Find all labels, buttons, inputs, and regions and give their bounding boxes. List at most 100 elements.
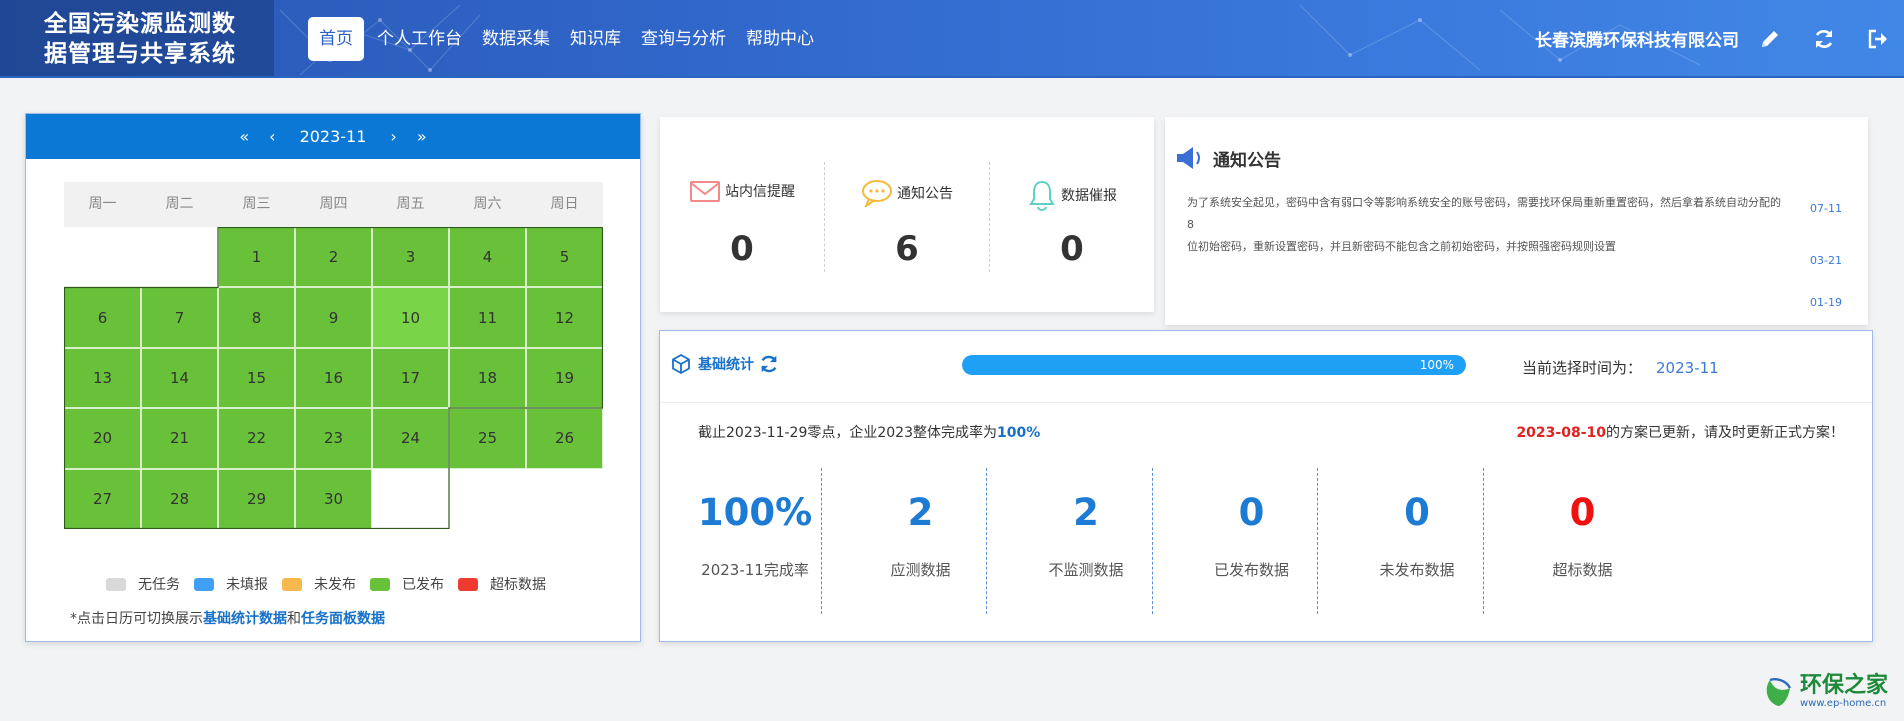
nav-help-center[interactable]: 帮助中心 bbox=[736, 17, 824, 61]
calendar-day-cell[interactable]: 3 bbox=[372, 227, 449, 288]
calendar-day-cell[interactable]: 5 bbox=[526, 227, 603, 288]
notice-count-card[interactable]: 通知公告 6 bbox=[825, 117, 989, 312]
calendar-day-cell[interactable]: 30 bbox=[295, 468, 372, 529]
completion-info: 截止2023-11-29零点，企业2023整体完成率为100% bbox=[698, 422, 1040, 442]
legend-swatch bbox=[194, 577, 214, 591]
legend-label: 超标数据 bbox=[490, 577, 546, 593]
notice-text-line: 为了系统安全起见，密码中含有弱口令等影响系统安全的账号密码，需要找环保局重新重置… bbox=[1187, 196, 1781, 231]
calendar-day-cell[interactable]: 13 bbox=[64, 347, 141, 409]
calendar-day-cell[interactable]: 17 bbox=[372, 347, 449, 409]
stat-divider bbox=[986, 468, 987, 614]
weekday-label: 周一 bbox=[88, 196, 117, 212]
nav-home[interactable]: 首页 bbox=[308, 17, 364, 61]
weekday-header-row: 周一 周二 周三 周四 周五 周六 周日 bbox=[64, 182, 603, 227]
calendar-day-cell[interactable]: 1 bbox=[218, 227, 295, 288]
nav-personal-workbench[interactable]: 个人工作台 bbox=[367, 17, 472, 61]
weekday-label: 周三 bbox=[242, 196, 271, 212]
notice-date[interactable]: 01-19 bbox=[1810, 296, 1842, 309]
legend-swatch bbox=[106, 577, 126, 591]
calendar-day-cell[interactable]: 21 bbox=[141, 408, 218, 469]
calendar-day-cell[interactable]: 28 bbox=[141, 468, 218, 529]
stat-value: 0 bbox=[1569, 491, 1596, 534]
calendar-day-cell[interactable]: 8 bbox=[218, 287, 295, 348]
inbox-reminder-count: 0 bbox=[730, 229, 754, 269]
data-urge-card[interactable]: 数据催报 0 bbox=[990, 117, 1154, 312]
calendar-month-label: 2023-11 bbox=[299, 127, 367, 146]
pencil-icon[interactable] bbox=[1758, 27, 1782, 51]
data-urge-label: 数据催报 bbox=[1061, 188, 1117, 204]
calendar-day-cell[interactable]: 7 bbox=[141, 287, 218, 348]
calendar-day-cell[interactable]: 6 bbox=[64, 287, 141, 348]
nav-query-analysis[interactable]: 查询与分析 bbox=[631, 17, 736, 61]
legend-label: 未发布 bbox=[314, 577, 356, 593]
data-urge-count: 0 bbox=[1060, 229, 1084, 269]
notice-count-label: 通知公告 bbox=[897, 186, 953, 202]
calendar-day-cell[interactable]: 20 bbox=[64, 408, 141, 469]
cube-icon bbox=[672, 353, 690, 375]
refresh-icon[interactable] bbox=[1812, 27, 1836, 51]
calendar-day-cell[interactable]: 12 bbox=[526, 287, 603, 348]
legend-label: 无任务 bbox=[138, 577, 180, 593]
calendar-day-cell[interactable]: 26 bbox=[526, 408, 603, 469]
calendar-day-cell[interactable]: 24 bbox=[372, 408, 449, 469]
legend-swatch bbox=[282, 577, 302, 591]
task-panel-link[interactable]: 任务面板数据 bbox=[301, 611, 385, 627]
basic-stats-panel: 基础统计 100% 当前选择时间为： 2023-11 截止2023-11-29零点… bbox=[659, 330, 1873, 642]
notice-count-value: 6 bbox=[895, 229, 919, 269]
calendar-header: « ‹ 2023-11 › » bbox=[26, 114, 640, 159]
inbox-reminder-card[interactable]: 站内信提醒 0 bbox=[660, 117, 824, 312]
stat-divider bbox=[820, 468, 822, 614]
current-time-label: 当前选择时间为： bbox=[1522, 359, 1643, 377]
nav-data-collection[interactable]: 数据采集 bbox=[472, 17, 560, 61]
prev-month-button[interactable]: ‹ bbox=[259, 127, 285, 146]
progress-fill: 100% bbox=[962, 355, 1466, 375]
stat-divider bbox=[1151, 468, 1153, 614]
stats-title: 基础统计 bbox=[698, 357, 754, 373]
current-time: 当前选择时间为： 2023-11 bbox=[1522, 357, 1719, 378]
notice-title: 通知公告 bbox=[1213, 150, 1281, 171]
chat-bubble-icon bbox=[862, 180, 892, 207]
watermark-name: 环保之家 bbox=[1800, 673, 1889, 698]
plan-update-text: 的方案已更新，请及时更新正式方案！ bbox=[1606, 425, 1844, 441]
calendar-day-cell[interactable]: 11 bbox=[449, 287, 526, 348]
calendar-day-cell[interactable]: 10 bbox=[372, 287, 449, 348]
calendar-day-cell[interactable]: 18 bbox=[449, 347, 526, 409]
calendar-day-cell[interactable]: 22 bbox=[218, 408, 295, 469]
calendar-day-cell[interactable]: 23 bbox=[295, 408, 372, 469]
prev-year-button[interactable]: « bbox=[229, 127, 259, 146]
plan-update-date: 2023-08-10 bbox=[1516, 425, 1606, 441]
system-logo: 全国污染源监测数 据管理与共享系统 bbox=[0, 0, 274, 76]
calendar-day-cell[interactable]: 4 bbox=[449, 227, 526, 288]
calendar-day-cell[interactable]: 27 bbox=[64, 468, 141, 529]
calendar-day-cell[interactable]: 14 bbox=[141, 347, 218, 409]
refresh-stats-icon[interactable] bbox=[758, 353, 780, 375]
notice-item[interactable]: 为了系统安全起见，密码中含有弱口令等影响系统安全的账号密码，需要找环保局重新重置… bbox=[1187, 192, 1787, 258]
progress-percent: 100% bbox=[1419, 358, 1454, 372]
logo-line-1: 全国污染源监测数 bbox=[44, 11, 236, 37]
calendar-day-cell[interactable]: 25 bbox=[449, 408, 526, 469]
calendar-day-cell[interactable]: 16 bbox=[295, 347, 372, 409]
notice-date[interactable]: 03-21 bbox=[1810, 254, 1842, 267]
legend-swatch bbox=[370, 577, 390, 591]
completion-progress-bar: 100% bbox=[962, 355, 1466, 375]
completion-info-text: 截止2023-11-29零点，企业2023整体完成率为 bbox=[698, 425, 997, 441]
notice-date[interactable]: 07-11 bbox=[1810, 202, 1842, 215]
legend-swatch bbox=[458, 577, 478, 591]
current-time-value: 2023-11 bbox=[1656, 359, 1719, 377]
basic-stats-link[interactable]: 基础统计数据 bbox=[203, 611, 287, 627]
stat-item[interactable]: 0 超标数据 bbox=[1483, 471, 1683, 611]
calendar-note: *点击日历可切换展示基础统计数据和任务面板数据 bbox=[70, 608, 385, 628]
calendar-day-cell[interactable]: 9 bbox=[295, 287, 372, 348]
note-prefix: *点击日历可切换展示 bbox=[70, 611, 203, 627]
calendar-day-cell[interactable]: 2 bbox=[295, 227, 372, 288]
next-year-button[interactable]: » bbox=[407, 127, 437, 146]
calendar-day-cell[interactable]: 29 bbox=[218, 468, 295, 529]
calendar-day-cell[interactable]: 15 bbox=[218, 347, 295, 409]
weekday-label: 周四 bbox=[319, 196, 348, 212]
main-nav: 首页 个人工作台 数据采集 知识库 查询与分析 帮助中心 bbox=[308, 17, 824, 61]
bell-icon bbox=[1029, 180, 1055, 211]
logout-icon[interactable] bbox=[1866, 27, 1890, 51]
nav-knowledge-base[interactable]: 知识库 bbox=[560, 17, 631, 61]
calendar-day-cell[interactable]: 19 bbox=[526, 347, 603, 409]
next-month-button[interactable]: › bbox=[380, 127, 406, 146]
